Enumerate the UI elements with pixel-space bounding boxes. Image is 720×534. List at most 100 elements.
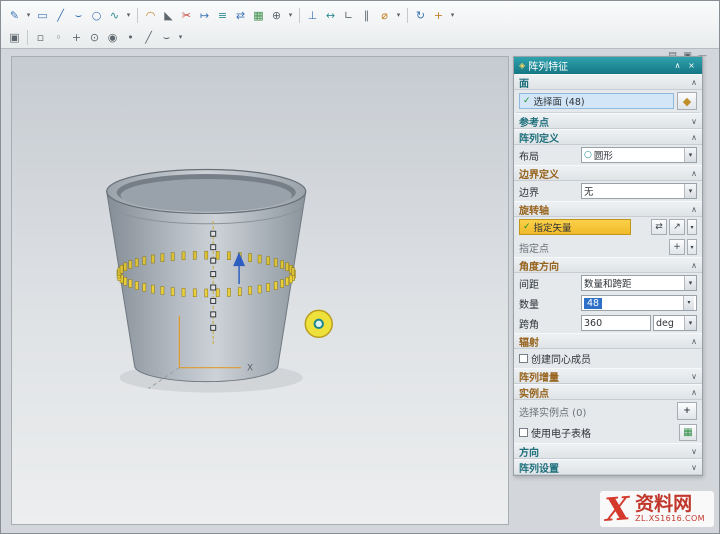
snap-intersection-icon[interactable]: + xyxy=(68,29,85,46)
boundary-dropdown[interactable]: 无 ▾ xyxy=(581,183,697,199)
face-select-button[interactable]: ◆ xyxy=(677,92,697,110)
perpendicular-icon[interactable]: ∟ xyxy=(340,7,357,24)
chevron-down-icon[interactable]: ∨ xyxy=(691,463,697,472)
snap-center-icon[interactable]: ⊙ xyxy=(86,29,103,46)
circle-icon[interactable]: ○ xyxy=(88,7,105,24)
rotate-view-icon[interactable]: ↻ xyxy=(412,7,429,24)
watermark-logo: X xyxy=(604,493,631,525)
chevron-up-icon[interactable]: ∧ xyxy=(691,337,697,346)
dropdown-caret-icon[interactable]: ▾ xyxy=(684,316,696,330)
section-instance-points[interactable]: 实例点 ∧ xyxy=(514,384,702,400)
diameter-icon[interactable]: ⌀ xyxy=(376,7,393,24)
dropdown-caret-icon[interactable]: ▾ xyxy=(684,276,696,290)
intersection-point-icon[interactable]: ⊕ xyxy=(268,7,285,24)
specify-vector-field[interactable]: ✓ 指定矢量 xyxy=(519,219,631,235)
chevron-up-icon[interactable]: ∧ xyxy=(691,169,697,178)
arc-icon[interactable]: ⌣ xyxy=(70,7,87,24)
chevron-down-icon[interactable]: ∨ xyxy=(691,447,697,456)
snap-enable-icon[interactable]: ▣ xyxy=(6,29,23,46)
section-radiate[interactable]: 辐射 ∧ xyxy=(514,333,702,349)
section-rotation-axis[interactable]: 旋转轴 ∧ xyxy=(514,201,702,217)
geometric-constraints-icon[interactable]: ⊥ xyxy=(304,7,321,24)
instance-point-select-button[interactable]: + xyxy=(677,402,697,420)
mirror-curve-icon[interactable]: ⇄ xyxy=(232,7,249,24)
snap-existing-point-icon[interactable]: • xyxy=(122,29,139,46)
spacing-label: 间距 xyxy=(519,276,539,291)
offset-curve-icon[interactable]: ≡ xyxy=(214,7,231,24)
rectangle-icon[interactable]: ▭ xyxy=(34,7,51,24)
count-caret-icon[interactable]: ▾ xyxy=(683,296,694,310)
chevron-up-icon[interactable]: ∧ xyxy=(691,261,697,270)
span-angle-input[interactable]: 360 xyxy=(581,315,651,331)
section-boundary-definition[interactable]: 边界定义 ∧ xyxy=(514,165,702,181)
studio-spline-icon[interactable]: ∿ xyxy=(106,7,123,24)
pattern-curve-icon[interactable]: ▦ xyxy=(250,7,267,24)
parallel-icon[interactable]: ∥ xyxy=(358,7,375,24)
move-curve-icon[interactable]: + xyxy=(430,7,447,24)
chevron-down-icon[interactable]: ∨ xyxy=(691,117,697,126)
section-pattern-increment[interactable]: 阵列增量 ∨ xyxy=(514,368,702,384)
section-pattern-increment-label: 阵列增量 xyxy=(519,369,559,384)
fillet-icon[interactable]: ◠ xyxy=(142,7,159,24)
select-face-field[interactable]: ✓ 选择面 (48) xyxy=(519,93,674,109)
layout-dropdown[interactable]: ○ 圆形 ▾ xyxy=(581,147,697,163)
snap-tangent-icon[interactable]: ⌣ xyxy=(158,29,175,46)
curves-more-icon[interactable]: ▾ xyxy=(124,11,133,19)
chamfer-icon[interactable]: ◣ xyxy=(160,7,177,24)
chevron-up-icon[interactable]: ∧ xyxy=(691,205,697,214)
quick-trim-icon[interactable]: ✂ xyxy=(178,7,195,24)
concentric-members-checkbox[interactable] xyxy=(519,354,528,363)
layout-label: 布局 xyxy=(519,148,539,163)
dropdown-caret-icon[interactable]: ▾ xyxy=(684,148,696,162)
reverse-vector-button[interactable]: ⇄ xyxy=(651,219,667,235)
watermark-url: ZL.XS1616.COM xyxy=(635,515,705,524)
line-icon[interactable]: ╱ xyxy=(52,7,69,24)
count-input[interactable]: 48 ▾ xyxy=(581,295,697,311)
dimension-icon[interactable]: ↔ xyxy=(322,7,339,24)
section-orientation[interactable]: 方向 ∨ xyxy=(514,443,702,459)
spreadsheet-icon[interactable]: ▦ xyxy=(679,424,697,441)
section-pattern-settings[interactable]: 阵列设置 ∨ xyxy=(514,459,702,475)
concentric-members-row: 创建同心成员 xyxy=(514,349,702,368)
section-boundary-definition-label: 边界定义 xyxy=(519,166,559,181)
snap-endpoint-icon[interactable]: ▫ xyxy=(32,29,49,46)
bucket-model[interactable] xyxy=(107,170,306,393)
chevron-down-icon[interactable]: ∨ xyxy=(691,372,697,381)
dialog-collapse-icon[interactable]: ∧ xyxy=(672,61,683,70)
snap-midpoint-icon[interactable]: ◦ xyxy=(50,29,67,46)
section-face-label: 面 xyxy=(519,75,529,90)
section-reference-point[interactable]: 参考点 ∨ xyxy=(514,113,702,129)
edit-more-icon[interactable]: ▾ xyxy=(286,11,295,19)
use-spreadsheet-label: 使用电子表格 xyxy=(531,425,591,440)
section-angle-direction[interactable]: 角度方向 ∧ xyxy=(514,257,702,273)
chevron-up-icon[interactable]: ∧ xyxy=(691,78,697,87)
use-spreadsheet-checkbox[interactable] xyxy=(519,428,528,437)
profile-icon[interactable]: ✎ xyxy=(6,7,23,24)
snap-more-icon[interactable]: ▾ xyxy=(176,33,185,41)
snap-quadrant-icon[interactable]: ◉ xyxy=(104,29,121,46)
profile-more-icon[interactable]: ▾ xyxy=(24,11,33,19)
drag-handle-sphere[interactable] xyxy=(305,310,332,337)
dialog-titlebar[interactable]: ◈ 阵列特征 ∧ × xyxy=(514,57,702,74)
point-dialog-button[interactable]: + xyxy=(669,239,685,255)
select-face-label: 选择面 (48) xyxy=(534,94,585,108)
chevron-up-icon[interactable]: ∧ xyxy=(691,133,697,142)
span-unit-dropdown[interactable]: deg ▾ xyxy=(653,315,697,331)
vector-options-caret-icon[interactable]: ▾ xyxy=(687,219,697,235)
3d-viewport[interactable]: X xyxy=(11,56,509,525)
specify-vector-label: 指定矢量 xyxy=(534,220,572,234)
section-pattern-definition[interactable]: 阵列定义 ∧ xyxy=(514,129,702,145)
snap-on-curve-icon[interactable]: ╱ xyxy=(140,29,157,46)
transform-more-icon[interactable]: ▾ xyxy=(448,11,457,19)
dialog-close-icon[interactable]: × xyxy=(686,61,697,70)
section-face[interactable]: 面 ∧ xyxy=(514,74,702,90)
spacing-dropdown[interactable]: 数量和跨距 ▾ xyxy=(581,275,697,291)
constraints-more-icon[interactable]: ▾ xyxy=(394,11,403,19)
chevron-up-icon[interactable]: ∧ xyxy=(691,388,697,397)
3d-viewport-canvas[interactable]: X xyxy=(12,57,508,524)
vector-dialog-button[interactable]: ↗ xyxy=(669,219,685,235)
dropdown-caret-icon[interactable]: ▾ xyxy=(684,184,696,198)
quick-extend-icon[interactable]: ↦ xyxy=(196,7,213,24)
point-options-caret-icon[interactable]: ▾ xyxy=(687,239,697,255)
section-rotation-axis-label: 旋转轴 xyxy=(519,202,549,217)
